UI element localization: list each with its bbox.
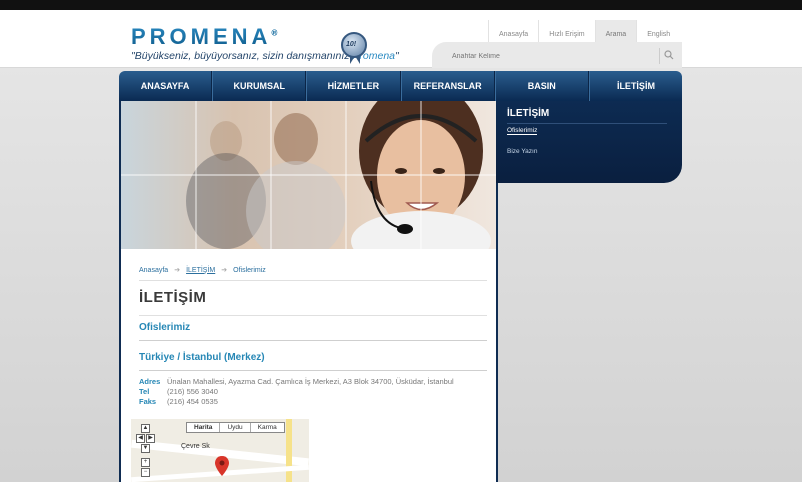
top-black-bar <box>0 0 802 10</box>
nav-basin[interactable]: BASIN <box>494 71 589 101</box>
pan-up-icon[interactable]: ▲ <box>141 424 150 433</box>
sidebar-item-bize-yazin[interactable]: Bize Yazın <box>507 148 537 155</box>
promena-logo[interactable]: PROMENA® <box>131 24 277 50</box>
map-tab-karma[interactable]: Karma <box>249 423 284 432</box>
zoom-in-icon[interactable]: + <box>141 458 150 467</box>
map-tab-uydu[interactable]: Uydu <box>219 423 249 432</box>
map-type-tabs: Harita Uydu Karma <box>186 422 285 433</box>
search-icon <box>664 50 674 60</box>
nav-hizmetler[interactable]: HİZMETLER <box>306 71 401 101</box>
divider <box>139 280 487 281</box>
pan-down-icon[interactable]: ▼ <box>141 444 150 453</box>
page-title: İLETİŞİM <box>139 289 207 306</box>
phone-label: Tel <box>139 387 150 396</box>
pan-right-icon[interactable]: ▶ <box>146 434 155 443</box>
nav-iletisim[interactable]: İLETİŞİM <box>588 71 682 101</box>
sidebar-item-ofislerimiz[interactable]: Ofislerimiz <box>507 127 538 135</box>
fax-value: (216) 454 0535 <box>167 397 218 406</box>
divider <box>139 370 487 371</box>
fax-label: Faks <box>139 397 157 406</box>
breadcrumb-anasayfa[interactable]: Anasayfa <box>139 267 168 274</box>
phone-value: (216) 556 3040 <box>167 387 218 396</box>
main-nav: ANASAYFA KURUMSAL HİZMETLER REFERANSLAR … <box>119 71 682 101</box>
search-bar <box>432 42 682 68</box>
breadcrumb: Anasayfa ➔ İLETİŞİM ➔ Ofislerimiz <box>139 266 266 275</box>
arrow-right-icon: ➔ <box>221 267 228 274</box>
office-title: Türkiye / İstanbul (Merkez) <box>139 352 265 363</box>
search-button[interactable] <box>659 48 675 64</box>
breadcrumb-ofislerimiz: Ofislerimiz <box>233 266 266 274</box>
search-input[interactable] <box>452 47 670 65</box>
office-address: Adres Ünalan Mahallesi, Ayazma Cad. Çaml… <box>139 377 454 407</box>
nav-anasayfa[interactable]: ANASAYFA <box>119 71 213 101</box>
map-tab-harita[interactable]: Harita <box>187 423 219 432</box>
sidebar: İLETİŞİM Ofislerimiz Bize Yazın <box>496 101 682 183</box>
nav-referanslar[interactable]: REFERANSLAR <box>400 71 495 101</box>
divider <box>507 123 667 124</box>
address-value: Ünalan Mahallesi, Ayazma Cad. Çamlıca İş… <box>167 377 454 386</box>
map-road <box>286 419 292 482</box>
arrow-right-icon: ➔ <box>174 267 181 274</box>
nav-kurumsal[interactable]: KURUMSAL <box>212 71 307 101</box>
address-label: Adres <box>139 377 161 386</box>
hero-frame <box>119 101 498 251</box>
map-street-label: Çevre Sk <box>181 443 210 450</box>
divider <box>139 340 487 341</box>
pan-left-icon[interactable]: ◀ <box>136 434 145 443</box>
divider <box>139 315 487 316</box>
section-title: Ofislerimiz <box>139 322 191 333</box>
zoom-out-icon[interactable]: − <box>141 468 150 477</box>
breadcrumb-iletisim[interactable]: İLETİŞİM <box>186 267 215 274</box>
sidebar-title: İLETİŞİM <box>507 108 550 119</box>
map-pin-icon[interactable] <box>215 456 229 476</box>
anniversary-seal-icon: 10! <box>341 32 367 64</box>
google-map[interactable]: Çevre Sk Harita Uydu Karma ▲ ◀ ▶ ▼ + − <box>131 419 309 482</box>
